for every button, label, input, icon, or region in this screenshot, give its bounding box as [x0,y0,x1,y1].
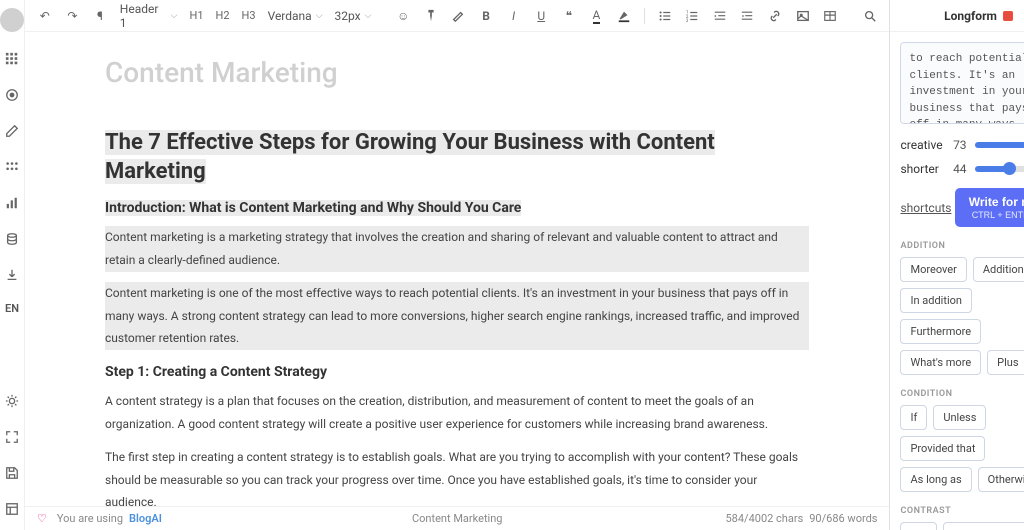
chip[interactable]: Moreover [900,257,966,282]
slider-shorter: shorter44 [900,162,1024,176]
table-icon[interactable] [822,8,838,24]
slider-value: 44 [943,162,967,176]
document-editor[interactable]: Content Marketing The 7 Effective Steps … [25,32,889,506]
font-dropdown[interactable]: Verdana⌵ [268,9,323,23]
chip-group-condition: CONDITION IfUnless Provided that As long as… [900,389,1024,492]
target-icon[interactable] [3,86,21,104]
download-icon[interactable] [3,266,21,284]
shortcuts-link[interactable]: shortcuts [900,201,951,215]
format-paint-icon[interactable] [423,8,439,24]
avatar[interactable] [0,8,24,32]
slider-label: creative [900,138,942,152]
chip[interactable]: What's more [900,350,981,375]
svg-text:3: 3 [686,19,689,23]
slider-thumb[interactable] [1003,162,1016,175]
italic-icon[interactable]: I [506,8,522,24]
indent-icon[interactable] [740,8,756,24]
doc-heading-intro: Introduction: What is Content Marketing … [105,200,521,216]
undo-icon[interactable]: ↶ [37,8,53,24]
chip[interactable]: In addition [900,288,971,313]
font-size-dropdown[interactable]: 32px⌵ [335,9,372,23]
chip[interactable]: But [900,522,937,530]
chip[interactable]: Plus [987,350,1024,375]
chevron-down-icon: ⌵ [316,11,323,21]
chip[interactable]: Furthermore [900,319,981,344]
quote-icon[interactable]: ❝ [561,8,577,24]
heading-h1[interactable]: H1 [189,9,203,22]
context-textarea[interactable] [900,42,1024,124]
status-chars: 584/4002 chars [726,512,804,525]
chip-group-addition: ADDITION Moreover AdditionallyIn addition F… [900,241,1024,375]
language-indicator[interactable]: EN [5,302,19,315]
panel-header: Longform ✕ [890,0,1024,32]
analytics-icon[interactable] [3,194,21,212]
main-area: ↶ ↷ ¶ Header 1⌵ H1 H2 H3 Verdana⌵ 32px⌵ … [25,0,889,530]
heading-h2[interactable]: H2 [216,9,230,22]
chip[interactable]: Unless [933,405,986,430]
page-title: Content Marketing [105,56,809,89]
apps-icon[interactable] [3,50,21,68]
status-using: You are using [57,512,123,525]
status-brand[interactable]: BlogAI [129,512,162,525]
chip[interactable]: Additionally [973,257,1024,282]
record-icon[interactable] [1003,11,1013,21]
heart-icon: ♡ [37,512,47,525]
chip[interactable]: If [900,405,927,430]
pencil-icon[interactable] [3,122,21,140]
longform-panel: Longform ✕ creative73shorter44 shortcuts… [889,0,1024,530]
slider-creative: creative73 [900,138,1024,152]
status-bar: ♡ You are using BlogAI Content Marketing… [25,506,889,530]
left-sidebar: EN [0,0,25,530]
text-color-icon[interactable]: A [589,8,605,24]
database-icon[interactable] [3,230,21,248]
link-icon[interactable] [767,8,783,24]
bullet-list-icon[interactable] [657,8,673,24]
ordered-list-icon[interactable]: 123 [684,8,700,24]
doc-paragraph: Content marketing is one of the most eff… [105,282,809,350]
style-dropdown[interactable]: Header 1⌵ [120,2,178,30]
highlight-icon[interactable] [451,8,467,24]
underline-icon[interactable]: U [533,8,549,24]
write-for-me-button[interactable]: Write for me CTRL + ENTER [955,188,1024,227]
slider-value: 73 [943,138,967,152]
editor-toolbar: ↶ ↷ ¶ Header 1⌵ H1 H2 H3 Verdana⌵ 32px⌵ … [25,0,889,32]
brightness-icon[interactable] [3,392,21,410]
status-words: 90/686 words [809,512,877,525]
chip-group-heading: CONTRAST [900,506,1024,516]
paragraph-icon[interactable]: ¶ [92,8,108,24]
fullscreen-icon[interactable] [3,428,21,446]
emoji-icon[interactable]: ☺ [395,8,411,24]
chip-group-contrast: CONTRASTButOn the other handWhileNotwith… [900,506,1024,530]
redo-icon[interactable]: ↷ [65,8,81,24]
slider-track[interactable] [975,142,1024,148]
outdent-icon[interactable] [712,8,728,24]
doc-paragraph: Content marketing is a marketing strateg… [105,226,809,272]
panel-title: Longform [944,9,997,23]
doc-heading-step1: Step 1: Creating a Content Strategy [105,364,809,380]
layout-icon[interactable] [3,500,21,518]
chip-group-heading: ADDITION [900,241,1024,251]
bold-icon[interactable]: B [478,8,494,24]
save-icon[interactable] [3,464,21,482]
chevron-down-icon: ⌵ [365,11,372,21]
chevron-down-icon: ⌵ [171,11,178,21]
chip-group-heading: CONDITION [900,389,1024,399]
doc-heading-1: The 7 Effective Steps for Growing Your B… [105,130,715,184]
fill-color-icon[interactable] [616,8,632,24]
doc-paragraph: A content strategy is a plan that focuse… [105,390,809,436]
chip[interactable]: Otherwise [978,467,1024,492]
heading-h3[interactable]: H3 [242,9,256,22]
image-icon[interactable] [795,8,811,24]
slider-label: shorter [900,162,942,176]
search-icon[interactable] [862,8,878,24]
slider-track[interactable] [975,166,1024,172]
doc-paragraph: The first step in creating a content str… [105,446,809,506]
dots-icon[interactable] [3,158,21,176]
status-doc-name: Content Marketing [412,512,502,525]
chip[interactable]: Provided that [900,436,985,461]
chip[interactable]: As long as [900,467,971,492]
chip[interactable]: On the other hand [943,522,1024,530]
